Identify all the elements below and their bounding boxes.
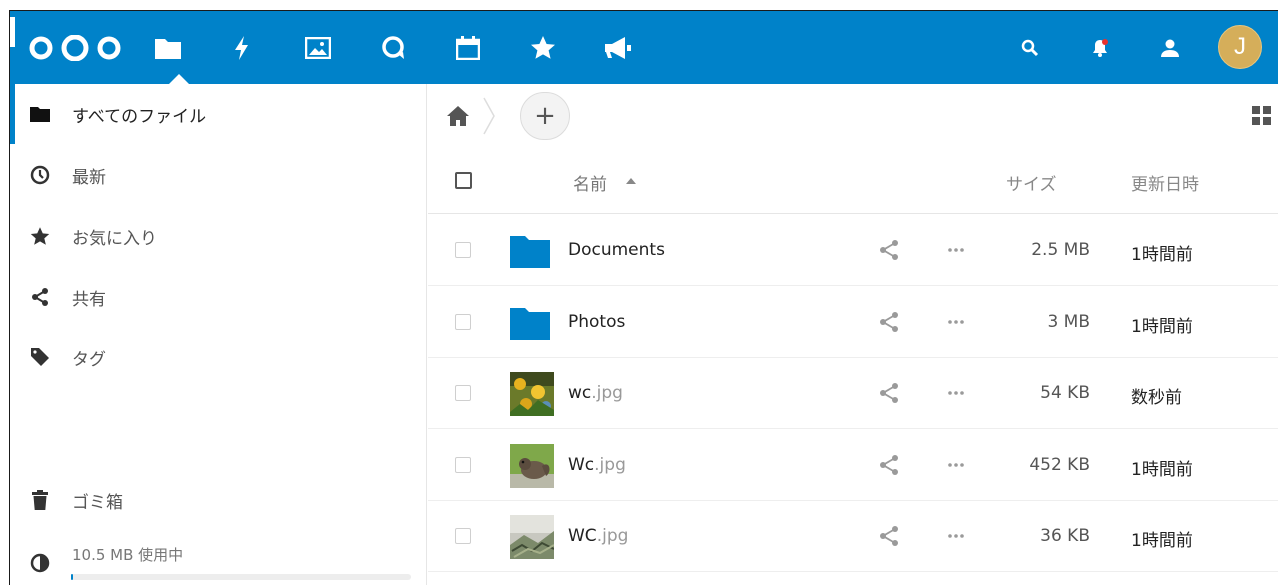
new-file-button[interactable]: + [520, 92, 570, 140]
sidebar-item-label: 最新 [72, 167, 106, 188]
contacts-icon[interactable] [1153, 31, 1187, 65]
file-size: 3 MB [1047, 311, 1090, 332]
sidebar-item-trash[interactable]: ゴミ箱 [10, 470, 426, 530]
folder-icon [510, 301, 554, 345]
trash-icon [29, 489, 51, 511]
image-thumbnail [510, 515, 555, 559]
column-name-header[interactable]: 名前 [573, 170, 607, 195]
column-size-header[interactable]: サイズ [1006, 170, 1057, 195]
more-actions-icon[interactable] [945, 454, 967, 476]
sidebar-item-label: すべてのファイル [72, 106, 207, 127]
file-size: 2.5 MB [1031, 240, 1090, 260]
nextcloud-logo-icon[interactable] [28, 35, 122, 61]
file-basename: Documents [568, 240, 665, 260]
more-actions-icon[interactable] [945, 382, 967, 404]
header-edge-marker [10, 17, 15, 47]
share-icon [29, 286, 51, 308]
sidebar-item-label: お気に入り [72, 228, 157, 249]
active-app-indicator [169, 74, 189, 84]
file-name[interactable]: Documents [568, 240, 665, 260]
quota-label: 10.5 MB 使用中 [72, 546, 184, 564]
file-basename: Photos [568, 311, 626, 332]
image-thumbnail [510, 443, 554, 488]
more-actions-icon[interactable] [945, 525, 967, 547]
announcements-icon[interactable] [601, 31, 635, 65]
share-icon[interactable] [878, 382, 900, 404]
home-icon[interactable] [446, 104, 470, 128]
file-size: 54 KB [1040, 383, 1090, 403]
image-thumbnail [510, 372, 554, 416]
file-modified: 1時間前 [1131, 245, 1193, 265]
share-icon[interactable] [878, 239, 900, 261]
sidebar-item-favorites[interactable]: お気に入り [10, 206, 426, 266]
file-name[interactable]: wc.jpg [568, 383, 623, 403]
talk-icon[interactable] [377, 31, 411, 65]
sidebar-item-tags[interactable]: タグ [10, 327, 426, 387]
file-row[interactable]: wc.jpg 54 KB 数秒前 [428, 358, 1278, 429]
share-icon[interactable] [878, 454, 900, 476]
quota-pie-icon [29, 552, 51, 574]
sidebar-item-shares[interactable]: 共有 [10, 267, 426, 327]
file-size: 36 KB [1040, 526, 1090, 546]
file-checkbox[interactable] [455, 385, 471, 401]
favorites-icon[interactable] [526, 31, 560, 65]
user-avatar[interactable]: J [1218, 25, 1262, 69]
file-row[interactable]: WC.jpg 36 KB 1時間前 [428, 501, 1278, 572]
file-size: 452 KB [1029, 454, 1090, 475]
file-basename: WC [568, 526, 597, 546]
sidebar: すべてのファイル 最新 お気に入り 共有 タグ ゴミ箱 10.5 MB 使用中 [10, 84, 427, 585]
file-name[interactable]: WC.jpg [568, 526, 628, 546]
file-modified: 1時間前 [1131, 459, 1193, 480]
grid-view-icon[interactable] [1252, 106, 1272, 126]
quota-bar-fill [71, 574, 73, 580]
top-header: J [10, 11, 1278, 84]
sidebar-item-all-files[interactable]: すべてのファイル [10, 84, 426, 144]
file-checkbox[interactable] [455, 456, 471, 473]
file-modified: 1時間前 [1131, 316, 1193, 337]
share-icon[interactable] [878, 525, 900, 547]
notifications-icon[interactable] [1083, 31, 1117, 65]
file-extension: .jpg [594, 454, 626, 475]
file-basename: Wc [568, 454, 595, 475]
sidebar-item-label: 共有 [72, 289, 106, 310]
sort-ascending-icon [626, 178, 636, 184]
file-name[interactable]: Wc.jpg [568, 455, 626, 475]
search-icon[interactable] [1013, 31, 1047, 65]
files-icon[interactable] [151, 31, 185, 65]
file-row[interactable]: Photos 3 MB 1時間前 [428, 287, 1278, 358]
file-extension: .jpg [591, 383, 623, 403]
file-basename: wc [568, 383, 592, 403]
star-icon [29, 225, 51, 247]
sidebar-item-label: ゴミ箱 [72, 492, 123, 513]
breadcrumb-separator-icon [483, 97, 495, 135]
file-row[interactable]: Wc.jpg 452 KB 1時間前 [428, 430, 1278, 501]
folder-icon [29, 103, 51, 125]
column-modified-header[interactable]: 更新日時 [1131, 170, 1199, 195]
file-row[interactable]: Documents 2.5 MB 1時間前 [428, 215, 1278, 286]
quota-bar [71, 574, 411, 580]
calendar-icon[interactable] [451, 31, 485, 65]
folder-icon [510, 229, 554, 273]
more-actions-icon[interactable] [945, 311, 967, 333]
clock-icon [29, 164, 51, 186]
tag-icon [29, 346, 51, 368]
sidebar-item-label: タグ [72, 349, 106, 370]
file-extension: .jpg [596, 526, 629, 546]
more-actions-icon[interactable] [945, 239, 967, 261]
file-name[interactable]: Photos [568, 312, 625, 332]
file-list-header: 名前 サイズ 更新日時 [428, 148, 1278, 214]
gallery-icon[interactable] [301, 31, 335, 65]
share-icon[interactable] [878, 311, 900, 333]
plus-icon: + [534, 101, 556, 131]
sidebar-item-recent[interactable]: 最新 [10, 145, 426, 205]
file-checkbox[interactable] [455, 313, 471, 330]
file-modified: 1時間前 [1131, 531, 1193, 551]
activity-icon[interactable] [225, 31, 259, 65]
file-checkbox[interactable] [455, 528, 471, 544]
select-all-checkbox[interactable] [455, 172, 472, 189]
file-modified: 数秒前 [1131, 388, 1182, 408]
file-list-area: + 名前 サイズ 更新日時 Documents 2.5 MB 1時間前 Photos 3… [428, 84, 1278, 585]
file-checkbox[interactable] [455, 242, 471, 258]
